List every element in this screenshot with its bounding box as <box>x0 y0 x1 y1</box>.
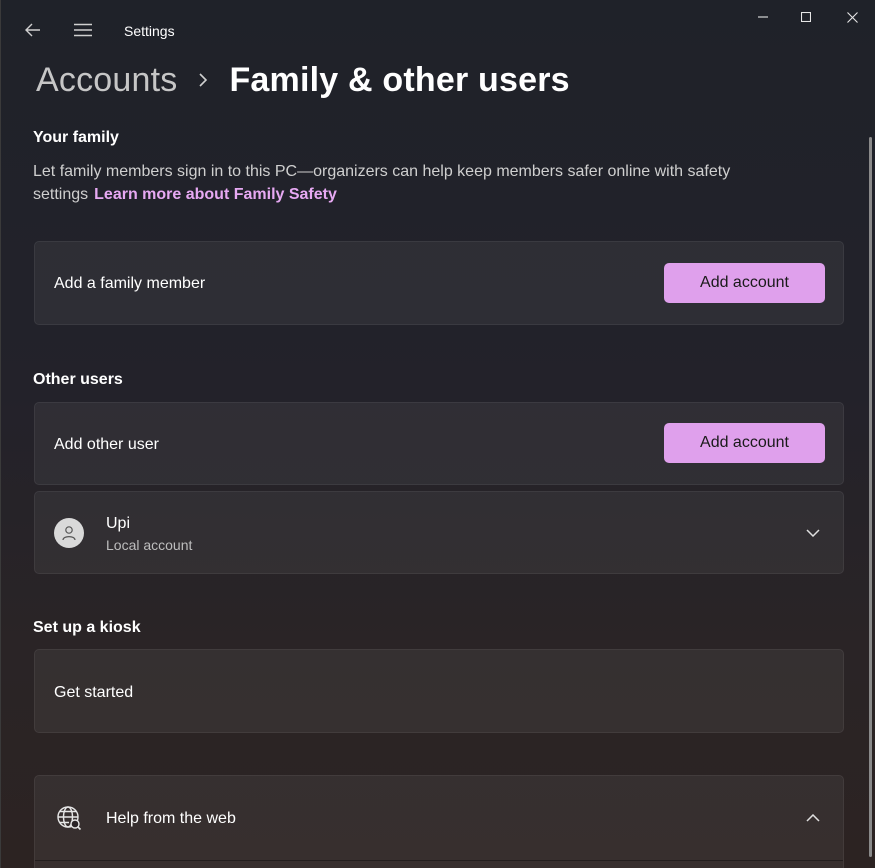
add-family-account-button[interactable]: Add account <box>664 263 825 303</box>
maximize-button[interactable] <box>786 4 826 30</box>
chevron-right-icon <box>177 72 229 88</box>
add-family-member-label: Add a family member <box>54 275 206 292</box>
breadcrumb-accounts[interactable]: Accounts <box>36 61 177 100</box>
section-title-your-family: Your family <box>33 129 119 146</box>
person-icon <box>62 526 76 541</box>
app-title: Settings <box>124 23 175 39</box>
back-button[interactable] <box>17 14 49 46</box>
title-bar: Settings <box>1 0 875 62</box>
add-other-user-label: Add other user <box>54 436 159 453</box>
divider <box>35 860 843 861</box>
family-safety-link[interactable]: Learn more about Family Safety <box>94 186 337 203</box>
minimize-icon <box>758 16 768 18</box>
section-title-kiosk: Set up a kiosk <box>33 619 141 636</box>
maximize-icon <box>801 12 811 22</box>
help-from-web-label: Help from the web <box>106 810 236 827</box>
close-icon <box>846 11 858 23</box>
help-from-web-card[interactable]: Help from the web <box>34 775 844 868</box>
kiosk-get-started-card[interactable]: Get started <box>34 649 844 733</box>
family-description: Let family members sign in to this PC—or… <box>33 160 793 206</box>
add-other-user-card: Add other user Add account <box>34 402 844 485</box>
user-upi-card[interactable]: Upi Local account <box>34 491 844 574</box>
minimize-button[interactable] <box>743 4 783 30</box>
add-other-account-button[interactable]: Add account <box>664 423 825 463</box>
back-arrow-icon <box>25 23 40 37</box>
close-button[interactable] <box>832 4 872 30</box>
scrollbar[interactable] <box>869 137 872 857</box>
breadcrumb: Accounts Family & other users <box>36 58 570 102</box>
globe-icon <box>55 804 83 832</box>
user-account-type: Local account <box>106 537 193 553</box>
get-started-label: Get started <box>54 684 134 701</box>
chevron-up-icon[interactable] <box>801 806 825 830</box>
settings-window: Settings Accounts Family & other users Y… <box>0 0 875 868</box>
chevron-down-icon[interactable] <box>801 521 825 545</box>
section-title-other-users: Other users <box>33 371 123 388</box>
user-name: Upi <box>106 515 131 532</box>
page-title: Family & other users <box>229 60 570 99</box>
avatar <box>54 518 84 548</box>
navigation-menu-button[interactable] <box>67 14 99 46</box>
add-family-member-card: Add a family member Add account <box>34 241 844 325</box>
hamburger-menu-icon <box>74 23 92 37</box>
